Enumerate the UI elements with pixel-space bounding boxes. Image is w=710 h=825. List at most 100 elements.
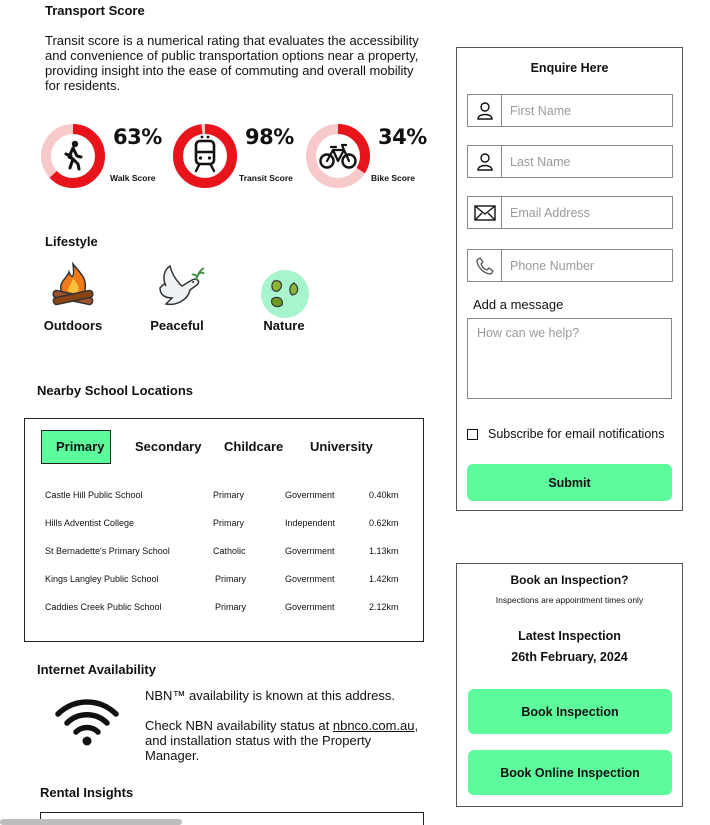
tab-primary[interactable]: Primary [41,430,111,464]
campfire-icon [52,261,94,306]
wifi-icon [55,699,119,746]
walk-score-label: Walk Score [110,173,156,183]
tab-childcare[interactable]: Childcare [224,439,283,454]
school-sector: Government [285,490,335,500]
user-icon [468,95,502,126]
envelope-icon [468,197,502,228]
bike-score-label: Bike Score [371,173,415,183]
table-row: St Bernadette's Primary School Catholic … [45,546,415,560]
lifestyle-nature-label: Nature [263,318,305,333]
message-placeholder: How can we help? [477,326,580,340]
lifestyle-peaceful-label: Peaceful [150,318,204,333]
desc-line: and convenience of public transportation… [45,48,419,63]
internet-check-prefix: Check NBN availability status at [145,718,333,733]
school-type: Primary [215,602,246,612]
inspection-title: Book an Inspection? [510,573,629,587]
internet-check-suffix: , [414,718,419,733]
table-row: Caddies Creek Public School Primary Gove… [45,602,415,616]
school-distance: 1.42km [369,574,399,584]
table-row: Hills Adventist College Primary Independ… [45,518,415,532]
email-field[interactable]: Email Address [467,196,673,229]
message-textarea[interactable]: How can we help? [467,318,672,399]
school-sector: Government [285,602,335,612]
transport-title: Transport Score [45,3,145,18]
last-name-field[interactable]: Last Name [467,145,673,178]
walking-person-icon [64,140,83,171]
subscribe-label: Subscribe for email notifications [488,427,665,441]
lifestyle-nature: Nature [251,260,317,335]
school-sector: Government [285,574,335,584]
transit-score-label: Transit Score [239,173,293,183]
leaves-icon [261,270,309,318]
lifestyle-outdoors: Outdoors [40,260,106,335]
walk-score-ring [41,124,105,188]
tab-university[interactable]: University [310,439,373,454]
school-name: Castle Hill Public School [45,490,143,500]
latest-inspection-date: 26th February, 2024 [511,650,628,664]
schools-panel: Primary Secondary Childcare University C… [24,418,424,642]
first-name-placeholder: First Name [510,103,572,118]
dove-icon [159,264,205,306]
transit-score-ring [173,124,237,188]
school-distance: 0.40km [369,490,399,500]
bike-score-percent: 34% [378,125,427,149]
lifestyle-peaceful: Peaceful [144,260,210,335]
last-name-placeholder: Last Name [510,154,571,169]
enquire-panel: Enquire Here First Name Last Name Email … [456,47,683,511]
school-type: Primary [213,518,244,528]
transit-score-widget: 98% Transit Score [172,123,302,189]
phone-placeholder: Phone Number [510,258,595,273]
school-sector: Independent [285,518,336,528]
school-type: Primary [215,574,246,584]
school-name: Hills Adventist College [45,518,135,528]
school-name: St Bernadette's Primary School [45,546,170,556]
walk-score-widget: 63% Walk Score [40,123,165,189]
lifestyle-outdoors-label: Outdoors [43,318,103,333]
book-inspection-button[interactable]: Book Inspection [468,689,672,734]
school-name: Caddies Creek Public School [45,602,162,612]
school-type: Primary [213,490,244,500]
phone-icon [468,250,502,281]
desc-line: providing insight into the ease of commu… [45,63,414,78]
email-placeholder: Email Address [510,205,590,220]
inspection-subtitle: Inspections are appointment times only [495,595,644,605]
first-name-field[interactable]: First Name [467,94,673,127]
school-distance: 0.62km [369,518,399,528]
table-row: Kings Langley Public School Primary Gove… [45,574,415,588]
school-name: Kings Langley Public School [45,574,159,584]
walk-score-percent: 63% [113,125,162,149]
transit-score-percent: 98% [245,125,294,149]
lifestyle-title: Lifestyle [45,234,98,249]
train-icon [194,135,216,173]
desc-line: Transit score is a numerical rating that… [45,33,419,48]
bicycle-icon [319,143,357,169]
transport-description: Transit score is a numerical rating that… [45,33,425,93]
horizontal-scrollbar[interactable] [0,819,182,825]
bike-score-widget: 34% Bike Score [305,123,427,189]
phone-field[interactable]: Phone Number [467,249,673,282]
table-row: Castle Hill Public School Primary Govern… [45,490,415,504]
internet-title: Internet Availability [37,662,156,677]
tab-secondary[interactable]: Secondary [135,439,201,454]
internet-install-text: and installation status with the Propert… [145,733,372,748]
enquire-title: Enquire Here [530,61,609,75]
user-icon [468,146,502,177]
desc-line: for residents. [45,78,121,93]
internet-availability-text: NBN™ availability is known at this addre… [145,688,395,703]
inspection-panel: Book an Inspection? Inspections are appo… [456,563,683,807]
school-distance: 2.12km [369,602,399,612]
internet-manager-text: Manager. [145,748,200,763]
nbn-link[interactable]: nbnco.com.au [333,718,415,733]
latest-inspection-label: Latest Inspection [518,629,621,643]
school-type: Catholic [213,546,246,556]
subscribe-checkbox[interactable] [467,429,478,440]
school-distance: 1.13km [369,546,399,556]
rental-title: Rental Insights [40,785,134,800]
submit-button[interactable]: Submit [467,464,672,501]
schools-title: Nearby School Locations [37,383,194,398]
bike-score-ring [306,124,370,188]
internet-check-text: Check NBN availability status at nbnco.c… [145,718,420,763]
book-online-inspection-button[interactable]: Book Online Inspection [468,750,672,795]
school-sector: Government [285,546,335,556]
message-label: Add a message [473,297,564,312]
